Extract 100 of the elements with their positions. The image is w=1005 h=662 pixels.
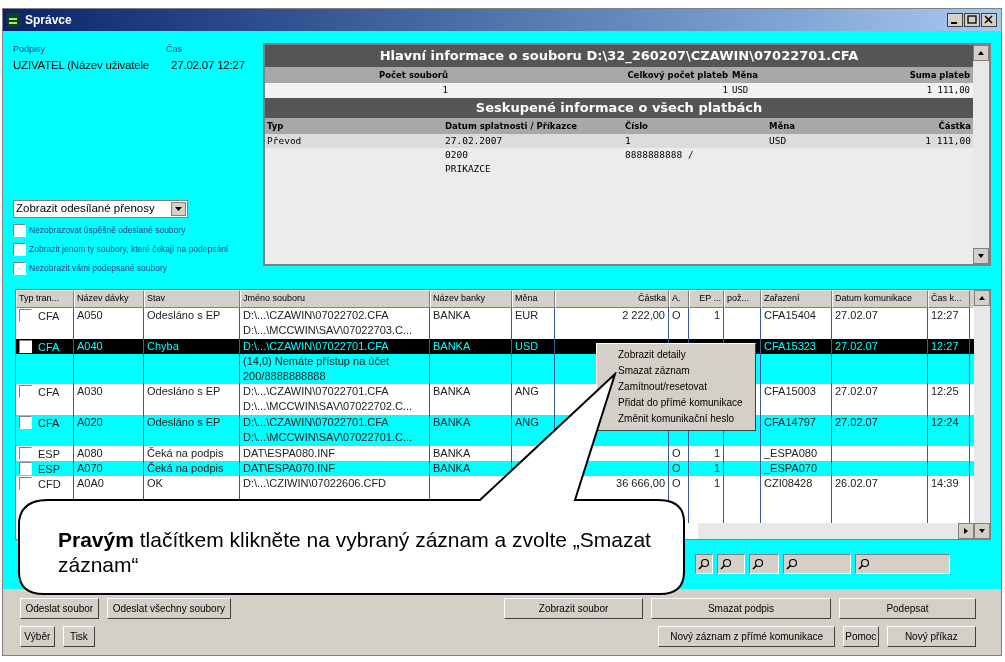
table-cell: USD [515, 340, 539, 352]
table-cell: CFA14797 [764, 416, 816, 428]
table-cell-text: 200/8888888888 [243, 369, 327, 384]
info-column-header: Celkový počet plateb [626, 68, 728, 82]
table-cell: 12:27 [931, 340, 959, 352]
column-header[interactable]: Typ tran... [16, 290, 74, 308]
table-cell: CFD [38, 477, 61, 492]
table-cell: 1 [713, 447, 720, 459]
action-button[interactable]: Výběr [20, 626, 55, 647]
table-cell: CFA [38, 309, 60, 324]
checkbox[interactable] [19, 462, 32, 475]
table-cell: O [672, 447, 681, 459]
action-button[interactable]: Zobrazit soubor [504, 598, 643, 619]
info-cell-text: Převod [267, 134, 303, 148]
search-icon [720, 558, 732, 570]
table-cell: O [672, 477, 681, 489]
checkbox[interactable] [13, 223, 26, 237]
table-cell: 27.02.07 [835, 309, 878, 321]
option-label[interactable]: Nezobrazit vámi podepsané soubory [29, 261, 167, 275]
table-cell: Chyba [147, 340, 179, 352]
checkbox[interactable] [13, 242, 26, 256]
column-header[interactable]: A. [669, 290, 689, 308]
table-cell: BANKA [433, 462, 471, 474]
table-cell: CFA [38, 416, 60, 431]
filter-field[interactable] [749, 554, 779, 574]
scroll-up-icon[interactable] [974, 290, 990, 306]
maximize-icon[interactable] [964, 13, 980, 27]
action-button[interactable]: Odeslat všechny soubory [106, 598, 232, 619]
column-header[interactable]: Zařazení [761, 290, 832, 308]
filter-field[interactable] [717, 554, 745, 574]
info-scrollbar[interactable] [973, 45, 989, 264]
filter-field[interactable] [783, 554, 851, 574]
column-header[interactable]: Název dávky [74, 290, 144, 308]
action-button[interactable]: Smazat podpis [651, 598, 832, 619]
table-cell: 1 [713, 462, 720, 474]
column-header[interactable]: EP ... [689, 290, 724, 308]
table-scrollbar[interactable] [974, 290, 990, 539]
app-icon [7, 13, 19, 27]
scroll-right-icon[interactable] [958, 523, 974, 539]
column-header[interactable]: Čas k... [928, 290, 970, 308]
table-cell: 1 [713, 309, 720, 321]
table-cell-text: DAT\ESPA080.INF [243, 446, 336, 461]
action-button[interactable]: Pomoc [843, 626, 879, 647]
table-cell: CFA15404 [764, 309, 816, 321]
table-cell: Odesláno s EP [147, 385, 221, 397]
scroll-up-icon[interactable] [973, 45, 989, 61]
action-button[interactable]: Odeslat soubor [20, 598, 99, 619]
table-cell-text: D:\...\MCCWIN\SAV\07022703.C... [243, 323, 414, 338]
checkbox[interactable] [19, 416, 32, 429]
column-header[interactable]: Měna [512, 290, 555, 308]
scroll-down-icon[interactable] [973, 248, 989, 264]
info-column-header: Měna [769, 119, 796, 133]
checkbox[interactable] [19, 447, 32, 460]
action-button[interactable]: Podepsat [839, 598, 976, 619]
table-row[interactable]: ESP A070 Čeká na podpis DAT\ESPA070.INF BANKA O 1 _ESPA070 [16, 461, 974, 476]
menu-item[interactable]: Smazat záznam [618, 363, 690, 379]
column-header[interactable]: Název banky [430, 290, 512, 308]
info-column-header: Částka [937, 119, 971, 133]
search-icon [786, 558, 798, 570]
horizontal-scrollbar[interactable] [698, 523, 974, 539]
table-cell: ESP [38, 447, 60, 462]
transfer-dropdown[interactable]: Zobrazit odesílané přenosy [13, 199, 188, 218]
action-button[interactable]: Tisk [62, 626, 96, 647]
action-button[interactable]: Nový příkaz [886, 626, 976, 647]
option-label[interactable]: Zobrazit jenom ty soubory, které čekají na podepsání [29, 242, 229, 256]
search-icon [698, 558, 710, 570]
signature-value: UZIVATEL (Název uživatele [13, 57, 151, 73]
close-icon[interactable] [981, 13, 997, 27]
menu-item[interactable]: Zobrazit detaily [618, 347, 686, 363]
info-value: 1 [721, 83, 728, 97]
column-header[interactable]: pož... [724, 290, 761, 308]
option-label[interactable]: Nezobrazovat úspěšně odeslané soubory [29, 223, 186, 237]
table-cell: 14:39 [931, 477, 959, 489]
column-header[interactable]: Jméno souboru [240, 290, 430, 308]
table-cell: BANKA [433, 416, 471, 428]
table-cell: 27.02.07 [835, 340, 878, 352]
table-cell-text: (14,0) Nemáte přístup na účet [243, 354, 391, 369]
info-column-header: Datum splatnosti / Příkazce [445, 119, 578, 133]
column-header[interactable]: Stav [144, 290, 240, 308]
filter-field[interactable] [855, 554, 950, 574]
filter-field[interactable] [695, 554, 713, 574]
table-cell: 26.02.07 [835, 477, 878, 489]
table-cell-text: D:\...\MCCWIN\SAV\07022702.C... [243, 399, 414, 414]
table-cell: ANG [515, 416, 539, 428]
minimize-icon[interactable] [947, 13, 963, 27]
action-button[interactable]: Nový záznam z přímé komunikace [658, 626, 836, 647]
table-cell: A0A0 [77, 477, 104, 489]
info-column-header: Počet souborů [378, 68, 448, 82]
column-header[interactable]: Datum komunikace [832, 290, 928, 308]
column-header[interactable]: Částka [555, 290, 669, 308]
table-cell: CFA15003 [764, 385, 816, 397]
signature-label: Podpisy [13, 43, 47, 56]
checkbox[interactable] [13, 261, 26, 275]
table-cell: _ESPA070 [764, 462, 817, 474]
table-cell-text: D:\...\CZAWIN\07022702.CFA [243, 308, 390, 323]
table-cell-text: DAT\ESPA070.INF [243, 461, 336, 476]
scroll-down-icon[interactable] [974, 523, 990, 539]
info-cell-text: 0200 [445, 148, 469, 162]
menu-item[interactable]: Přidat do přímé komunikace [618, 395, 743, 411]
checkbox[interactable] [19, 340, 32, 353]
